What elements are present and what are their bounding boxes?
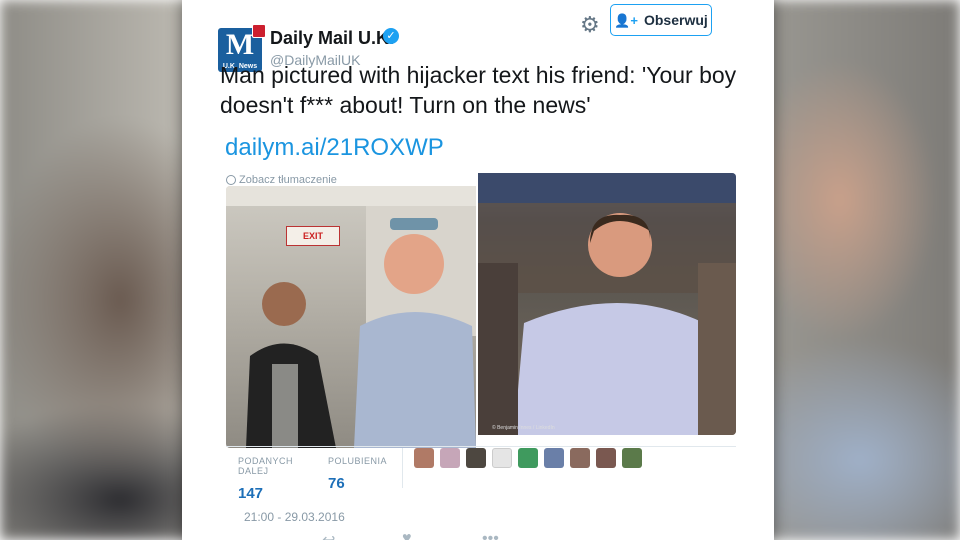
photo-right-figures	[478, 173, 736, 435]
divider	[226, 446, 736, 447]
author-name[interactable]: Daily Mail U.K.	[270, 28, 394, 49]
tweet-card: M U.K. News Daily Mail U.K. ✓ @DailyMail…	[182, 0, 774, 540]
follow-label: Obserwuj	[643, 12, 708, 28]
globe-icon	[226, 175, 236, 185]
liker-avatar[interactable]	[518, 448, 538, 468]
likes-count: 76	[328, 475, 345, 492]
photo-credit: © Benjamin Innes / LinkedIn	[492, 425, 555, 431]
tweet-timestamp[interactable]: 21:00 - 29.03.2016	[244, 510, 345, 524]
person-plus-icon: 👤+	[614, 13, 638, 28]
reply-icon[interactable]: ↩	[322, 530, 335, 540]
tweet-text: Man pictured with hijacker text his frie…	[220, 62, 737, 118]
liker-avatar[interactable]	[596, 448, 616, 468]
gear-icon[interactable]: ⚙	[580, 12, 600, 38]
photo-left-figures	[226, 186, 476, 448]
liker-avatar[interactable]	[544, 448, 564, 468]
liker-avatar[interactable]	[570, 448, 590, 468]
likes-label: POLUBIENIA	[328, 456, 388, 466]
heart-icon[interactable]: ♥	[402, 530, 412, 540]
liker-avatar[interactable]	[492, 448, 512, 468]
translate-label: Zobacz tłumaczenie	[239, 174, 337, 186]
liker-avatar[interactable]	[440, 448, 460, 468]
retweets-count: 147	[238, 485, 264, 502]
retweets-stat[interactable]: PODANYCH DALEJ 147	[238, 456, 293, 502]
tweet-link[interactable]: dailym.ai/21ROXWP	[225, 134, 444, 162]
retweets-label: PODANYCH DALEJ	[238, 456, 294, 476]
stats-separator	[402, 448, 403, 488]
follow-button[interactable]: 👤+ Obserwuj	[610, 4, 712, 36]
liker-avatar[interactable]	[622, 448, 642, 468]
liker-avatar[interactable]	[466, 448, 486, 468]
tweet-photo-left[interactable]: EXIT	[226, 186, 476, 448]
verified-check-icon: ✓	[383, 28, 399, 44]
more-icon[interactable]: •••	[482, 530, 499, 540]
tweet-photo-right[interactable]: © Benjamin Innes / LinkedIn	[478, 173, 736, 435]
translate-link[interactable]: Zobacz tłumaczenie	[226, 174, 337, 186]
liker-avatar[interactable]	[414, 448, 434, 468]
likes-stat[interactable]: POLUBIENIA 76	[328, 456, 387, 492]
flag-icon	[252, 24, 266, 38]
